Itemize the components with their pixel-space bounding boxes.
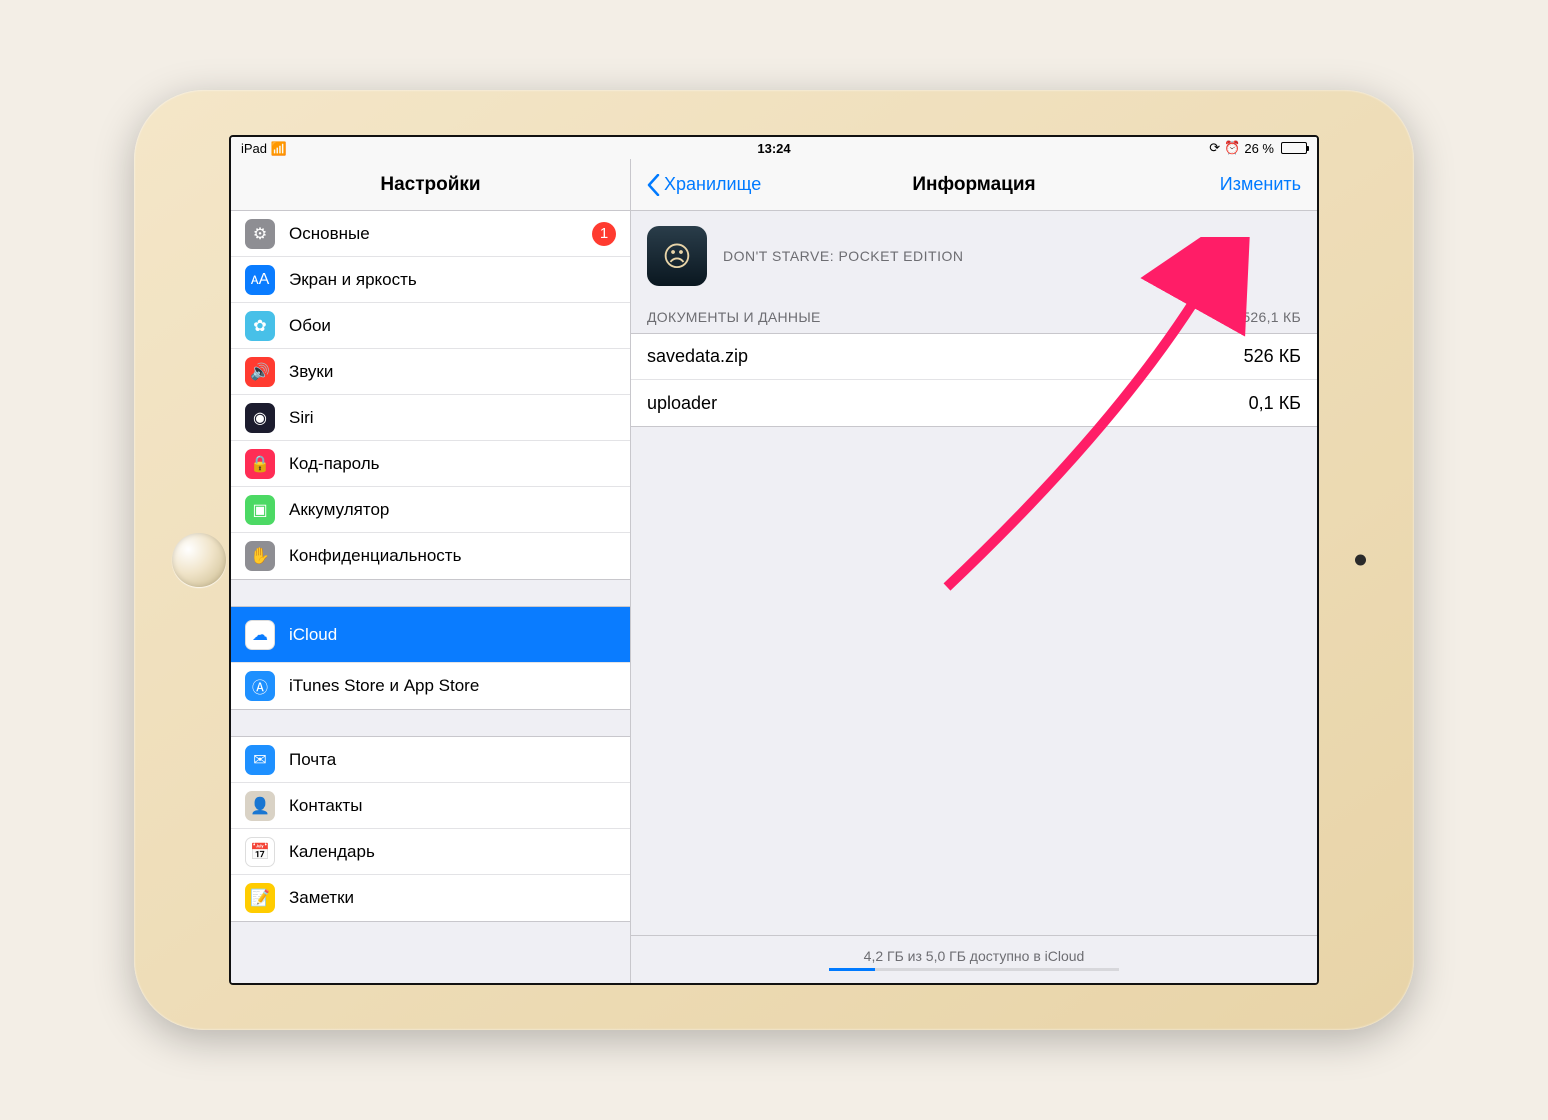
file-row[interactable]: uploader 0,1 КБ <box>631 380 1317 426</box>
row-label: iCloud <box>289 625 616 645</box>
app-name: DON'T STARVE: POCKET EDITION <box>723 248 963 264</box>
file-size: 526 КБ <box>1244 346 1301 367</box>
row-icon: ▣ <box>245 495 275 525</box>
sidebar-item-код-пароль[interactable]: 🔒 Код-пароль <box>231 441 630 487</box>
sidebar-item-siri[interactable]: ◉ Siri <box>231 395 630 441</box>
status-time: 13:24 <box>231 141 1317 156</box>
sidebar-item-обои[interactable]: ✿ Обои <box>231 303 630 349</box>
row-label: Siri <box>289 408 616 428</box>
sidebar-item-звуки[interactable]: 🔊 Звуки <box>231 349 630 395</box>
row-icon: ⚙ <box>245 219 275 249</box>
row-label: Звуки <box>289 362 616 382</box>
app-icon: ☹ <box>647 226 707 286</box>
nav-title: Информация <box>631 174 1317 196</box>
sidebar-item-почта[interactable]: ✉ Почта <box>231 737 630 783</box>
row-label: Контакты <box>289 796 616 816</box>
storage-footer: 4,2 ГБ из 5,0 ГБ доступно в iCloud <box>631 935 1317 983</box>
row-icon: ✉ <box>245 745 275 775</box>
status-bar: iPad 📶 13:24 ⟳ ⏰ 26 % <box>231 137 1317 159</box>
file-row[interactable]: savedata.zip 526 КБ <box>631 334 1317 380</box>
section-header-label: ДОКУМЕНТЫ И ДАННЫЕ <box>647 309 821 325</box>
settings-sidebar: Настройки ⚙ Основные1 ᴀA Экран и яркость ✿ Об… <box>231 159 631 983</box>
row-icon: 🔒 <box>245 449 275 479</box>
sidebar-item-контакты[interactable]: 👤 Контакты <box>231 783 630 829</box>
row-label: Конфиденциальность <box>289 546 616 566</box>
row-label: Обои <box>289 316 616 336</box>
detail-pane: Хранилище Информация Изменить ☹ DON'T ST… <box>631 159 1317 983</box>
row-label: Код-пароль <box>289 454 616 474</box>
row-icon: ✿ <box>245 311 275 341</box>
row-icon: ☁ <box>245 620 275 650</box>
section-header-size: 526,1 КБ <box>1242 309 1301 325</box>
sidebar-item-экран-и-яркость[interactable]: ᴀA Экран и яркость <box>231 257 630 303</box>
file-name: savedata.zip <box>647 346 748 367</box>
sidebar-title: Настройки <box>231 159 630 211</box>
row-label: iTunes Store и App Store <box>289 676 616 696</box>
row-label: Экран и яркость <box>289 270 616 290</box>
row-icon: 📝 <box>245 883 275 913</box>
row-badge: 1 <box>592 222 616 246</box>
sidebar-item-основные[interactable]: ⚙ Основные1 <box>231 211 630 257</box>
storage-footer-label: 4,2 ГБ из 5,0 ГБ доступно в iCloud <box>864 948 1085 964</box>
screen: iPad 📶 13:24 ⟳ ⏰ 26 % Настройки ⚙ Основны… <box>229 135 1319 985</box>
row-label: Календарь <box>289 842 616 862</box>
app-header: ☹ DON'T STARVE: POCKET EDITION <box>631 211 1317 301</box>
ipad-frame: iPad 📶 13:24 ⟳ ⏰ 26 % Настройки ⚙ Основны… <box>134 90 1414 1030</box>
sidebar-item-конфиденциальность[interactable]: ✋ Конфиденциальность <box>231 533 630 579</box>
row-icon: 🔊 <box>245 357 275 387</box>
row-icon: ✋ <box>245 541 275 571</box>
sidebar-item-заметки[interactable]: 📝 Заметки <box>231 875 630 921</box>
row-label: Аккумулятор <box>289 500 616 520</box>
nav-bar: Хранилище Информация Изменить <box>631 159 1317 211</box>
sidebar-item-аккумулятор[interactable]: ▣ Аккумулятор <box>231 487 630 533</box>
row-icon: ◉ <box>245 403 275 433</box>
row-label: Заметки <box>289 888 616 908</box>
section-header: ДОКУМЕНТЫ И ДАННЫЕ 526,1 КБ <box>631 301 1317 333</box>
file-name: uploader <box>647 393 717 414</box>
row-icon: ᴀA <box>245 265 275 295</box>
file-size: 0,1 КБ <box>1249 393 1301 414</box>
sidebar-item-календарь[interactable]: 📅 Календарь <box>231 829 630 875</box>
row-label: Почта <box>289 750 616 770</box>
row-label: Основные <box>289 224 592 244</box>
sidebar-item-icloud[interactable]: ☁ iCloud <box>231 607 630 663</box>
storage-progress <box>829 968 1119 971</box>
file-list: savedata.zip 526 КБ uploader 0,1 КБ <box>631 333 1317 427</box>
home-button[interactable] <box>172 533 226 587</box>
battery-icon <box>1281 142 1307 154</box>
row-icon: 📅 <box>245 837 275 867</box>
row-icon: Ⓐ <box>245 671 275 701</box>
sidebar-item-itunes-store-и-app-store[interactable]: ⒶiTunes Store и App Store <box>231 663 630 709</box>
row-icon: 👤 <box>245 791 275 821</box>
front-camera <box>1355 555 1366 566</box>
